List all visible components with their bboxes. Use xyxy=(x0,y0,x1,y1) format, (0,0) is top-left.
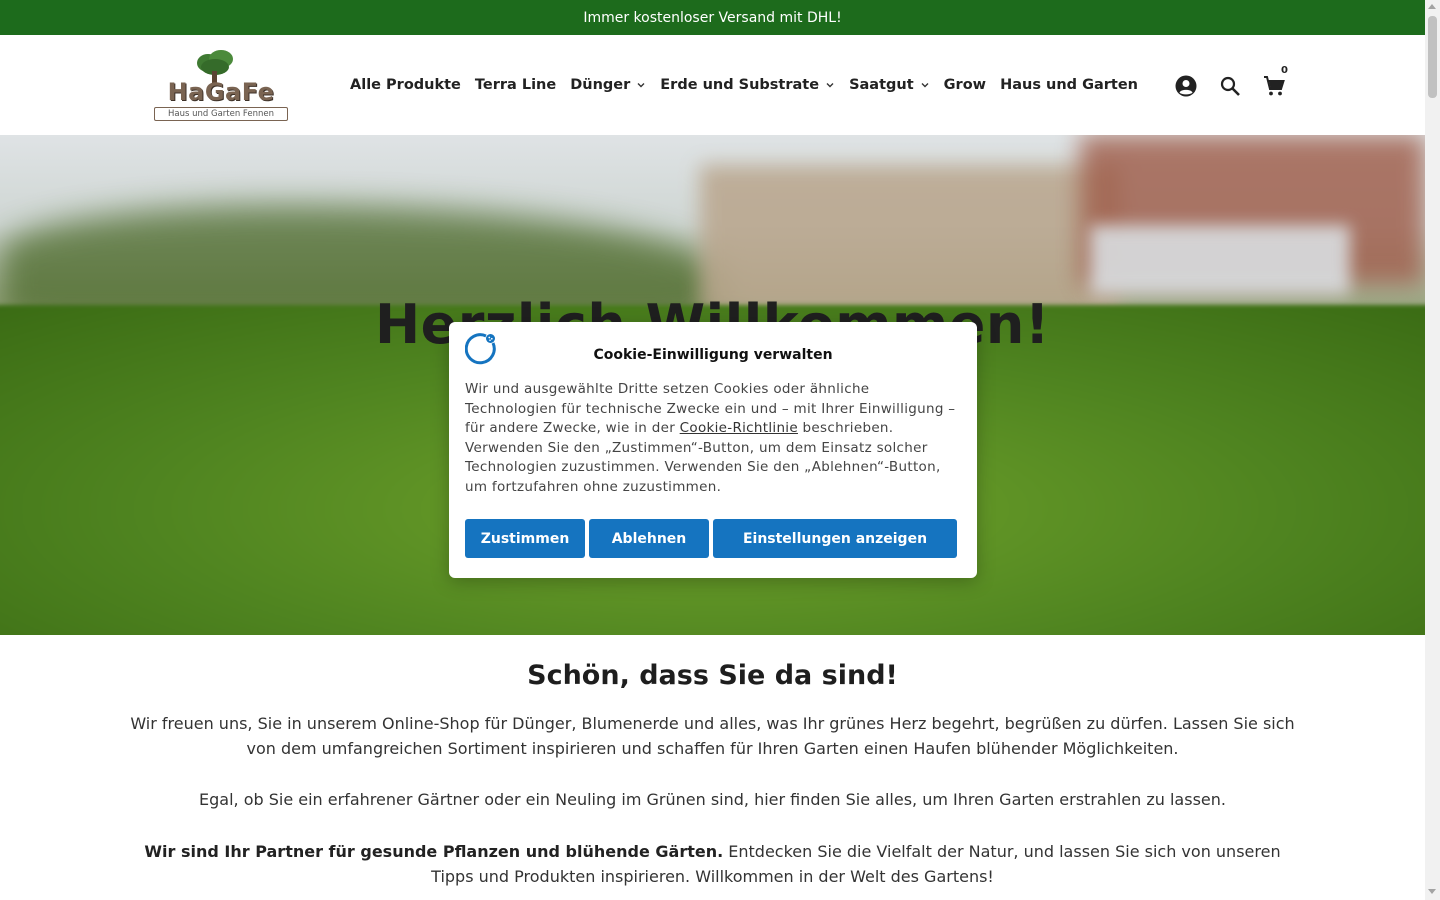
scroll-down-arrow-icon[interactable] xyxy=(1428,889,1436,894)
announcement-bar: Immer kostenloser Versand mit DHL! xyxy=(0,0,1425,35)
nav-item-label: Saatgut xyxy=(849,77,914,93)
cookie-policy-link[interactable]: Cookie-Richtlinie xyxy=(680,420,798,436)
reject-cookies-button[interactable]: Ablehnen xyxy=(589,519,709,558)
cookie-dialog-title: Cookie-Einwilligung verwalten xyxy=(593,347,833,363)
nav-item-label: Grow xyxy=(943,77,987,93)
nav-item-saatgut[interactable]: Saatgut xyxy=(849,77,930,93)
welcome-paragraph-3: Wir sind Ihr Partner für gesunde Pflanze… xyxy=(130,839,1295,889)
scrollbar-thumb[interactable] xyxy=(1428,16,1437,98)
nav-item-grow[interactable]: Grow xyxy=(944,77,986,93)
main-nav: Alle Produkte Terra Line Dünger Erde und… xyxy=(350,74,1152,96)
nav-item-duenger[interactable]: Dünger xyxy=(570,77,646,93)
nav-item-alle-produkte[interactable]: Alle Produkte xyxy=(350,77,461,93)
welcome-paragraph-2: Egal, ob Sie ein erfahrener Gärtner oder… xyxy=(199,790,1226,809)
site-logo[interactable]: HaGaFe Haus und Garten Fennen xyxy=(154,49,288,121)
announcement-text: Immer kostenloser Versand mit DHL! xyxy=(583,9,842,26)
nav-item-label: Haus und Garten xyxy=(1000,77,1138,93)
nav-item-label: Dünger xyxy=(570,77,631,93)
cart-count-badge: 0 xyxy=(1281,65,1288,76)
welcome-paragraph-1: Wir freuen uns, Sie in unserem Online-Sh… xyxy=(130,714,1295,758)
nav-item-terra-line[interactable]: Terra Line xyxy=(475,77,556,93)
nav-item-erde-und-substrate[interactable]: Erde und Substrate xyxy=(660,77,835,93)
account-circle-icon[interactable] xyxy=(1174,74,1198,98)
cart-icon[interactable] xyxy=(1262,74,1286,98)
nav-item-label: Erde und Substrate xyxy=(660,77,820,93)
welcome-heading: Schön, dass Sie da sind! xyxy=(527,660,898,691)
logo-subtitle: Haus und Garten Fennen xyxy=(154,107,288,121)
nav-item-label: Alle Produkte xyxy=(350,77,461,93)
scroll-up-arrow-icon[interactable] xyxy=(1428,4,1436,9)
chevron-down-icon xyxy=(637,83,645,88)
chevron-down-icon xyxy=(921,83,929,88)
cookie-dialog-buttons: Zustimmen Ablehnen Einstellungen anzeige… xyxy=(465,519,961,558)
page-scrollbar[interactable] xyxy=(1425,0,1440,900)
nav-item-label: Terra Line xyxy=(474,77,557,93)
accept-cookies-button[interactable]: Zustimmen xyxy=(465,519,585,558)
cookie-consent-dialog: Cookie-Einwilligung verwalten Wir und au… xyxy=(449,322,977,578)
search-icon[interactable] xyxy=(1218,74,1242,98)
header-actions xyxy=(1174,73,1306,99)
hero-image-conservatory xyxy=(1090,225,1350,295)
cookie-settings-button[interactable]: Einstellungen anzeigen xyxy=(713,519,957,558)
cookie-dialog-text: Wir und ausgewählte Dritte setzen Cookie… xyxy=(465,380,961,498)
welcome-paragraph-3-bold: Wir sind Ihr Partner für gesunde Pflanze… xyxy=(144,842,724,861)
chevron-down-icon xyxy=(826,83,834,88)
site-header: HaGaFe Haus und Garten Fennen Alle Produ… xyxy=(0,35,1425,135)
nav-item-haus-und-garten[interactable]: Haus und Garten xyxy=(1000,77,1138,93)
logo-wordmark: HaGaFe xyxy=(167,78,275,106)
